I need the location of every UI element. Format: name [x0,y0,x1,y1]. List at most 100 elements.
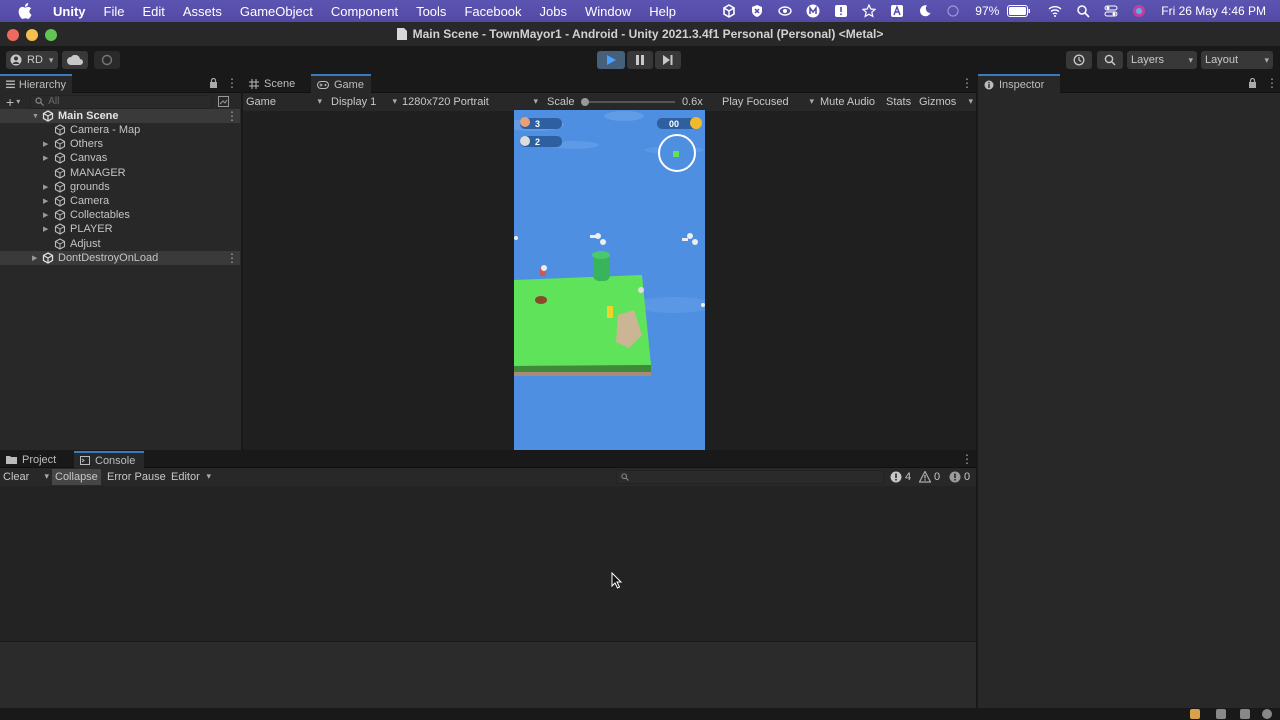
expand-arrow-icon[interactable]: ▶ [43,225,51,233]
menu-app-unity[interactable]: Unity [44,4,95,19]
pause-button[interactable] [627,51,653,69]
hierarchy-item[interactable]: Camera - Map [0,123,240,137]
apple-icon[interactable] [18,3,32,19]
unity-icon[interactable] [722,4,736,18]
cloud-button[interactable] [62,51,88,69]
resolution-dropdown[interactable]: 1280x720 Portrait ▾ [402,96,538,108]
expand-arrow-icon[interactable]: ▶ [43,154,51,162]
hierarchy-search-input[interactable]: All [30,94,213,109]
m-icon[interactable] [806,4,820,18]
battery-icon[interactable] [1007,5,1031,17]
expand-arrow-icon[interactable]: ▶ [43,197,51,205]
x-shield-icon[interactable] [750,4,764,18]
menubar-datetime[interactable]: Fri 26 May 4:46 PM [1161,4,1266,18]
debug-icon[interactable] [1240,709,1250,719]
network-icon[interactable] [1216,709,1226,719]
eye-icon[interactable] [778,4,792,18]
tab-console[interactable]: Console [74,451,144,468]
menu-gameobject[interactable]: GameObject [231,4,322,19]
star-icon[interactable] [862,4,877,18]
console-log-area[interactable] [0,486,976,641]
menu-facebook[interactable]: Facebook [455,4,530,19]
hierarchy-item[interactable]: ▶ Camera [0,194,240,208]
tab-scene[interactable]: Scene [243,74,307,93]
kebab-menu-icon[interactable]: ⋮ [961,452,973,466]
menu-help[interactable]: Help [640,4,685,19]
tab-inspector[interactable]: Inspector [978,74,1060,93]
siri-icon[interactable] [1132,4,1146,18]
scene-visibility-icon[interactable] [218,96,230,107]
expand-arrow-icon[interactable]: ▼ [32,113,40,120]
menu-tools[interactable]: Tools [407,4,455,19]
tab-game[interactable]: Game [311,74,371,93]
editor-dropdown[interactable]: Editor ▾ [171,471,211,483]
hierarchy-dontdestroy-row[interactable]: ▶ DontDestroyOnLoad ⋮ [0,251,240,265]
kebab-menu-icon[interactable]: ⋮ [226,109,238,123]
expand-arrow-icon[interactable]: ▶ [32,254,40,262]
expand-arrow-icon[interactable]: ▶ [43,140,51,148]
menu-window[interactable]: Window [576,4,640,19]
layout-dropdown[interactable]: Layout ▾ [1201,51,1273,69]
gizmos-dropdown[interactable]: Gizmos ▾ [919,96,973,108]
chevron-down-icon[interactable]: ▾ [16,97,20,106]
display-dropdown[interactable]: Display 1 ▾ [331,96,397,108]
collapse-toggle[interactable]: Collapse [52,469,101,485]
search-icon[interactable] [1076,4,1090,18]
undo-history-button[interactable] [1066,51,1092,69]
menu-file[interactable]: File [95,4,134,19]
error-count-toggle[interactable]: 0 [949,471,970,483]
account-dropdown[interactable]: RD [6,51,58,69]
control-center-icon[interactable] [1104,4,1118,18]
lock-icon[interactable] [1248,78,1257,88]
scale-slider-track[interactable] [583,101,675,103]
console-detail-area[interactable] [0,642,976,708]
progress-spinner-icon[interactable] [1190,709,1200,719]
close-window-button[interactable] [7,29,19,41]
game-viewport[interactable]: 3 2 00 [514,110,705,450]
lock-icon[interactable] [209,78,218,88]
info-count-toggle[interactable]: 4 [890,471,911,483]
kebab-menu-icon[interactable]: ⋮ [226,251,238,265]
mute-audio-toggle[interactable]: Mute Audio [820,96,875,108]
hierarchy-item[interactable]: ▶ Others [0,137,240,151]
step-button[interactable] [655,51,681,69]
hierarchy-item[interactable]: ▶ Collectables [0,208,240,222]
layers-dropdown[interactable]: Layers ▾ [1127,51,1197,69]
kebab-menu-icon[interactable]: ⋮ [226,76,238,90]
game-mode-dropdown[interactable]: Game ▾ [246,96,322,108]
tab-hierarchy[interactable]: Hierarchy [0,74,72,93]
tab-project[interactable]: Project [0,451,68,468]
hierarchy-scene-row[interactable]: ▼ Main Scene ⋮ [0,109,240,123]
expand-arrow-icon[interactable]: ▶ [43,211,51,219]
menu-assets[interactable]: Assets [174,4,231,19]
wifi-icon[interactable] [1048,4,1062,18]
hierarchy-item[interactable]: ▶ PLAYER [0,222,240,236]
warning-count-toggle[interactable]: 0 [919,471,940,483]
error-pause-toggle[interactable]: Error Pause [107,471,166,483]
hierarchy-item[interactable]: ▶ grounds [0,180,240,194]
menu-component[interactable]: Component [322,4,407,19]
scale-slider-handle[interactable] [581,98,589,106]
zoom-window-button[interactable] [45,29,57,41]
search-button[interactable] [1097,51,1123,69]
a-icon[interactable] [890,4,904,18]
stats-toggle[interactable]: Stats [886,96,911,108]
expand-arrow-icon[interactable]: ▶ [43,183,51,191]
console-search-input[interactable] [616,470,884,484]
kebab-menu-icon[interactable]: ⋮ [961,76,973,90]
clear-dropdown[interactable]: Clear ▾ [3,471,49,483]
hierarchy-item[interactable]: ▶ Canvas [0,151,240,165]
menu-jobs[interactable]: Jobs [531,4,576,19]
play-focused-dropdown[interactable]: Play Focused ▾ [722,96,814,108]
play-button[interactable] [597,51,625,69]
collab-button[interactable] [94,51,120,69]
menu-edit[interactable]: Edit [133,4,173,19]
minimize-window-button[interactable] [26,29,38,41]
kebab-menu-icon[interactable]: ⋮ [1266,76,1278,90]
add-icon[interactable]: + [6,94,14,110]
moon-icon[interactable] [918,4,932,18]
alert-icon[interactable] [834,4,848,18]
hierarchy-item[interactable]: Adjust [0,237,240,251]
settings-icon[interactable] [1262,709,1272,719]
hierarchy-item[interactable]: MANAGER [0,166,240,180]
